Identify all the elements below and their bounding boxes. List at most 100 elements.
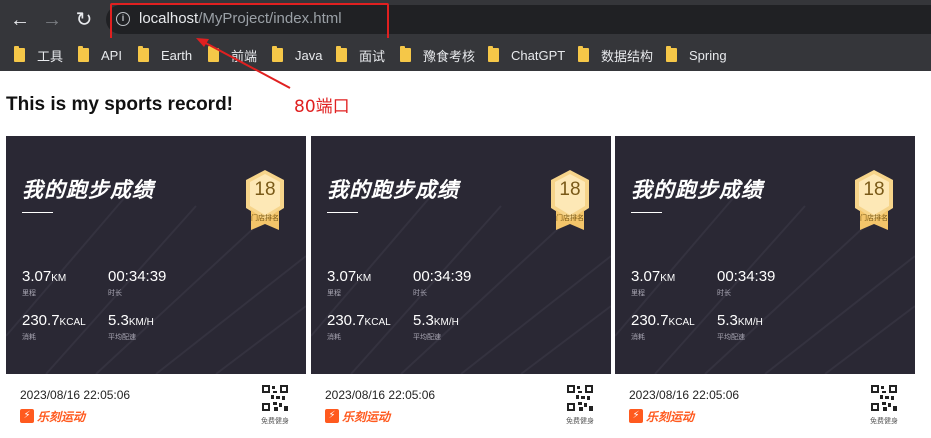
bookmark-folder[interactable]: Earth bbox=[138, 46, 192, 64]
lightning-icon: ⚡ bbox=[20, 409, 34, 423]
annotation-highlight-box bbox=[110, 3, 389, 43]
folder-icon bbox=[272, 46, 283, 62]
rank-number: 18 bbox=[559, 179, 581, 200]
distance-caption: 里程 bbox=[22, 289, 36, 297]
calories-unit: KCAL bbox=[668, 317, 695, 328]
bookmark-label: 工具 bbox=[37, 48, 64, 64]
record-date: 2023/08/16 22:05:06 bbox=[325, 388, 436, 402]
bookmark-folder[interactable]: 豫食考核 bbox=[400, 46, 475, 64]
pace-caption: 平均配速 bbox=[413, 333, 441, 341]
card-panel: 我的跑步成绩 18 门店排名 3.07KM 里程 00:34:39 时长 230… bbox=[615, 136, 915, 374]
pace-caption: 平均配速 bbox=[717, 333, 745, 341]
bookmark-label: Earth bbox=[161, 47, 193, 63]
calories-caption: 消耗 bbox=[631, 333, 645, 341]
card-heading: 我的跑步成绩 bbox=[327, 178, 459, 202]
folder-icon bbox=[138, 46, 149, 62]
calories-stat: 230.7KCAL 消耗 bbox=[631, 312, 695, 342]
pace-caption: 平均配速 bbox=[108, 333, 136, 341]
rank-label: 门店排名 bbox=[860, 214, 888, 222]
pace-unit: KM/H bbox=[433, 317, 459, 328]
bookmarks-bar: 工具 API Earth 前端 Java 面试 豫食考核 ChatGPT 数据结… bbox=[0, 38, 931, 71]
pace-stat: 5.3KM/H 平均配速 bbox=[717, 312, 763, 342]
divider bbox=[22, 212, 53, 213]
bookmark-folder[interactable]: 工具 bbox=[14, 46, 63, 64]
rank-label: 门店排名 bbox=[556, 214, 584, 222]
pace-stat: 5.3KM/H 平均配速 bbox=[108, 312, 154, 342]
bookmark-label: 前端 bbox=[231, 48, 258, 64]
calories-value: 230.7 bbox=[22, 312, 60, 329]
distance-value: 3.07 bbox=[631, 268, 661, 285]
record-date: 2023/08/16 22:05:06 bbox=[629, 388, 740, 402]
calories-unit: KCAL bbox=[364, 317, 391, 328]
card-heading: 我的跑步成绩 bbox=[631, 178, 763, 202]
bookmark-folder[interactable]: API bbox=[78, 46, 122, 64]
sports-record-card: 我的跑步成绩 18 门店排名 3.07KM 里程 00:34:39 时长 230… bbox=[615, 136, 915, 432]
duration-value: 00:34:39 bbox=[413, 268, 472, 285]
brand-logo: ⚡ 乐刻运动 bbox=[325, 408, 390, 424]
bookmark-folder[interactable]: Spring bbox=[666, 46, 727, 64]
qr-caption: 免费健身 bbox=[261, 417, 289, 425]
bookmark-label: 数据结构 bbox=[601, 48, 654, 64]
bookmark-folder[interactable]: ChatGPT bbox=[488, 46, 565, 64]
folder-icon bbox=[14, 46, 25, 62]
duration-stat: 00:34:39 时长 bbox=[717, 268, 775, 298]
qr-code-icon bbox=[566, 384, 594, 412]
qr-code-icon bbox=[261, 384, 289, 412]
folder-icon bbox=[666, 46, 677, 62]
sports-record-card: 我的跑步成绩 18 门店排名 3.07KM 里程 00:34:39 时长 230… bbox=[6, 136, 306, 432]
bookmark-folder[interactable]: 数据结构 bbox=[578, 46, 653, 64]
bookmark-label: 豫食考核 bbox=[423, 48, 476, 64]
pace-unit: KM/H bbox=[737, 317, 763, 328]
rank-badge: 18 门店排名 bbox=[852, 168, 896, 230]
card-panel: 我的跑步成绩 18 门店排名 3.07KM 里程 00:34:39 时长 230… bbox=[6, 136, 306, 374]
brand-name: 乐刻运动 bbox=[342, 409, 391, 424]
brand-logo: ⚡ 乐刻运动 bbox=[20, 408, 85, 424]
distance-caption: 里程 bbox=[327, 289, 341, 297]
pace-value: 5.3 bbox=[413, 312, 434, 329]
lightning-icon: ⚡ bbox=[629, 409, 643, 423]
distance-stat: 3.07KM 里程 bbox=[631, 268, 675, 298]
divider bbox=[631, 212, 662, 213]
brand-name: 乐刻运动 bbox=[646, 409, 695, 424]
rank-number: 18 bbox=[863, 179, 885, 200]
pace-value: 5.3 bbox=[108, 312, 129, 329]
qr-caption: 免费健身 bbox=[870, 417, 898, 425]
rank-label: 门店排名 bbox=[251, 214, 279, 222]
calories-caption: 消耗 bbox=[22, 333, 36, 341]
bookmark-label: API bbox=[101, 47, 122, 63]
rank-badge: 18 门店排名 bbox=[548, 168, 592, 230]
bookmark-label: 面试 bbox=[359, 48, 386, 64]
arrow-right-icon[interactable]: → bbox=[40, 8, 64, 32]
card-panel: 我的跑步成绩 18 门店排名 3.07KM 里程 00:34:39 时长 230… bbox=[311, 136, 611, 374]
folder-icon bbox=[336, 46, 347, 62]
rank-badge: 18 门店排名 bbox=[243, 168, 287, 230]
qr-caption: 免费健身 bbox=[566, 417, 594, 425]
calories-unit: KCAL bbox=[59, 317, 86, 328]
folder-icon bbox=[578, 46, 589, 62]
folder-icon bbox=[400, 46, 411, 62]
calories-stat: 230.7KCAL 消耗 bbox=[327, 312, 391, 342]
qr-code-icon bbox=[870, 384, 898, 412]
calories-stat: 230.7KCAL 消耗 bbox=[22, 312, 86, 342]
calories-value: 230.7 bbox=[327, 312, 365, 329]
brand-logo: ⚡ 乐刻运动 bbox=[629, 408, 694, 424]
calories-value: 230.7 bbox=[631, 312, 669, 329]
distance-unit: KM bbox=[51, 273, 67, 284]
duration-caption: 时长 bbox=[717, 289, 731, 297]
folder-icon bbox=[78, 46, 89, 62]
calories-caption: 消耗 bbox=[327, 333, 341, 341]
distance-value: 3.07 bbox=[22, 268, 52, 285]
arrow-left-icon[interactable]: ← bbox=[8, 8, 32, 32]
bookmark-folder[interactable]: Java bbox=[272, 46, 322, 64]
folder-icon bbox=[488, 46, 499, 62]
bookmark-label: Java bbox=[295, 47, 323, 63]
card-heading: 我的跑步成绩 bbox=[22, 178, 154, 202]
divider bbox=[327, 212, 358, 213]
distance-unit: KM bbox=[356, 273, 372, 284]
annotation-text: 80端口 bbox=[294, 97, 350, 117]
page-title: This is my sports record! bbox=[6, 94, 234, 115]
distance-value: 3.07 bbox=[327, 268, 357, 285]
bookmark-folder[interactable]: 面试 bbox=[336, 46, 385, 64]
bookmark-folder[interactable]: 前端 bbox=[208, 46, 257, 64]
reload-icon[interactable]: ↻ bbox=[72, 8, 96, 32]
